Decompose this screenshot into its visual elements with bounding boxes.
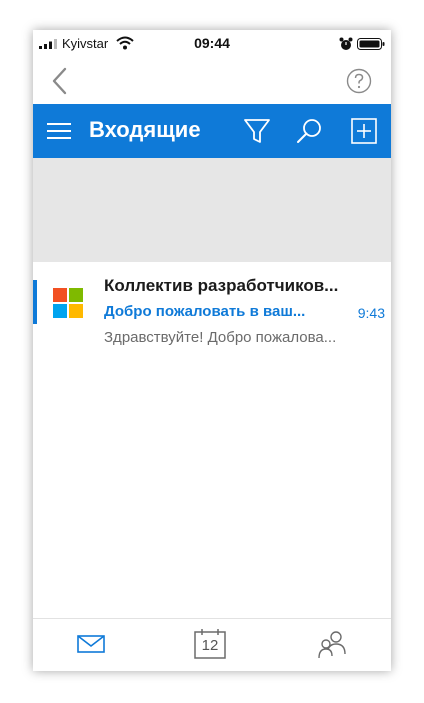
back-icon[interactable] [47, 64, 75, 98]
filter-icon[interactable] [243, 117, 271, 145]
microsoft-logo [53, 288, 83, 318]
message-subject: Добро пожаловать в ваш... [104, 303, 306, 320]
nav-bar [33, 58, 391, 104]
status-bar: Kyivstar 09:44 [33, 30, 391, 58]
mail-icon[interactable] [76, 629, 106, 659]
alarm-icon [339, 37, 353, 50]
calendar-day: 12 [201, 637, 219, 654]
people-icon[interactable] [317, 628, 347, 660]
status-time: 09:44 [194, 35, 230, 51]
tab-bar: 12 [33, 618, 391, 671]
compose-icon[interactable] [350, 117, 378, 145]
calendar-icon[interactable]: 12 [193, 628, 227, 660]
page-title: Входящие [89, 117, 201, 142]
help-icon[interactable] [346, 68, 372, 94]
battery-icon [357, 38, 385, 50]
empty-banner [33, 158, 391, 262]
message-time: 9:43 [357, 305, 385, 321]
message-item[interactable]: Коллектив разработчиков... Добро пожалов… [33, 274, 391, 356]
inbox-header: Входящие [33, 104, 391, 158]
phone-screen: Kyivstar 09:44 Входящие Коллектив разраб… [33, 30, 391, 671]
message-sender: Коллектив разработчиков... [104, 276, 339, 295]
search-icon[interactable] [295, 117, 323, 145]
message-preview: Здравствуйте! Добро пожалова... [104, 329, 337, 346]
menu-icon[interactable] [45, 118, 73, 144]
unread-indicator [33, 280, 37, 324]
